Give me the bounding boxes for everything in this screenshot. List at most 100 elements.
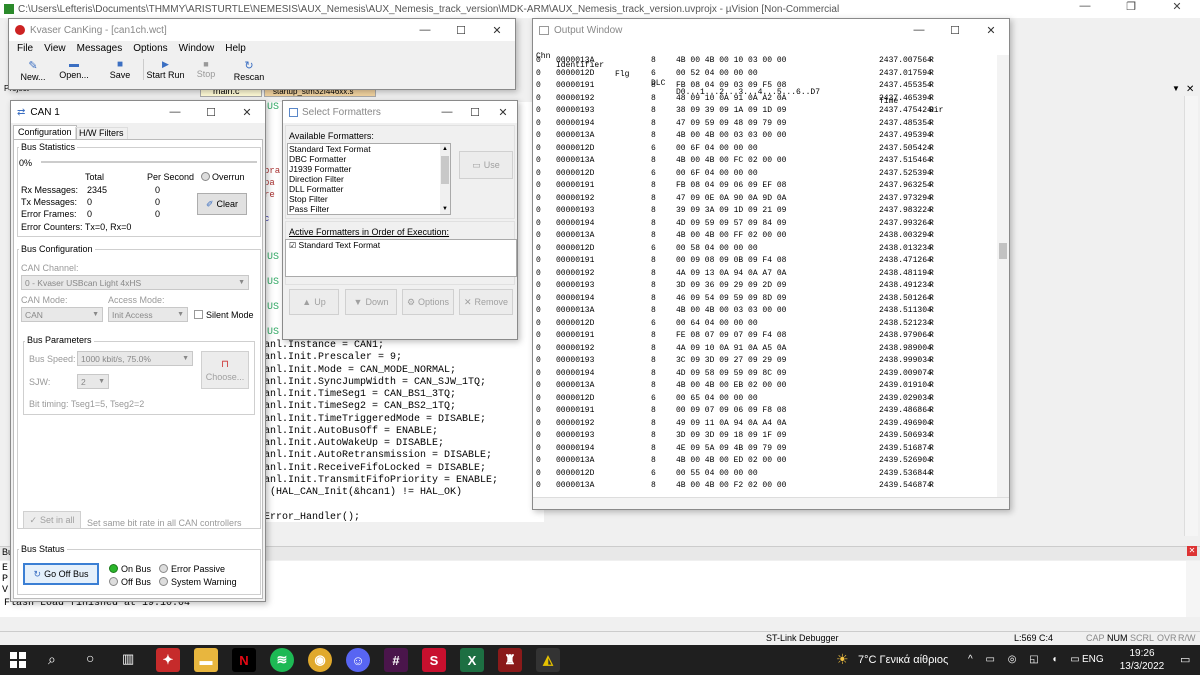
list-item[interactable]: Standard Text Format [289,144,450,154]
options-button[interactable]: ⚙ Options [402,289,454,315]
clock-time[interactable]: 19:26 [1122,648,1162,659]
language-indicator[interactable]: ENG [1082,654,1104,665]
spotify-icon[interactable]: ≋ [270,648,294,672]
sw-icon[interactable]: S [422,648,446,672]
output-vscroll-thumb[interactable] [999,243,1007,259]
output-row: 0 0000012D 6 00 52 04 00 00 00 2437.017594 R [533,68,995,81]
can-channel-select[interactable]: 0 - Kvaser USBcan Light 4xHS ▼ [21,275,249,290]
output-cell: 0000012D [556,168,595,178]
up-button[interactable]: ▲ Up [289,289,339,315]
ide-panel-close-icon[interactable]: ✕ [1186,84,1194,95]
search-icon[interactable]: ⌕ [48,651,56,668]
menu-messages[interactable]: Messages [77,43,123,54]
maximize-button[interactable]: ☐ [461,101,489,123]
output-cell: 8 [651,306,656,315]
app-icon-red[interactable]: ✦ [156,648,180,672]
close-button[interactable]: ✕ [973,19,1009,41]
discord-icon[interactable]: ☺ [346,648,370,672]
list-item[interactable]: DLL Formatter [289,184,450,194]
maximize-button[interactable]: ☐ [937,19,973,41]
use-button[interactable]: ▭ Use [459,151,513,179]
set-in-all-button[interactable]: ✓ Set in all [23,511,81,529]
ide-minimize-button[interactable]: — [1062,0,1108,13]
ide-panel-dropdown-icon[interactable]: ▼ [1172,84,1180,93]
output-vscroll[interactable] [997,55,1009,497]
scroll-down-icon[interactable]: ▼ [440,204,450,214]
file-explorer-icon[interactable]: ▬ [194,648,218,672]
chrome-icon[interactable]: ◉ [308,648,332,672]
menu-view[interactable]: View [44,43,66,54]
sjw-select[interactable]: 2 ▼ [77,374,109,389]
list-item[interactable]: Pass Filter [289,204,450,214]
minimize-button[interactable]: — [433,101,461,123]
tab-hw-filters[interactable]: H/W Filters [75,127,128,139]
tab-configuration[interactable]: Configuration [13,125,77,139]
save-button[interactable]: ■ Save [107,59,133,80]
menu-options[interactable]: Options [133,43,167,54]
new-button[interactable]: ✎ New... [17,59,49,82]
slack-icon[interactable]: # [384,648,408,672]
uvision-taskbar-icon[interactable]: ◭ [536,648,560,672]
can-mode-select[interactable]: CAN ▼ [21,307,103,322]
list-item[interactable]: J1939 Formatter [289,164,450,174]
close-button[interactable]: ✕ [489,101,517,123]
down-button[interactable]: ▼ Down [345,289,397,315]
weather-text[interactable]: 7°C Γενικά αίθριος [858,654,948,666]
available-list[interactable]: Standard Text Format DBC Formatter J1939… [287,143,451,215]
list-scroll-thumb[interactable] [441,156,449,184]
code-lines: anl.Instance = CAN1; anl.Init.Prescaler … [264,340,498,524]
minimize-button[interactable]: — [407,19,443,41]
cortana-icon[interactable]: ○ [86,650,94,666]
build-scroll[interactable] [1186,561,1200,617]
col-per-second: Per Second [147,172,195,182]
ide-right-scroll[interactable] [1184,96,1198,536]
scroll-up-icon[interactable]: ▲ [440,144,450,154]
start-run-button[interactable]: ▶ Start Run [143,59,187,80]
build-close-icon[interactable]: ✕ [1187,546,1197,556]
output-cell: 0000012D [556,468,595,478]
output-row: 0 00000192 8 4A 09 13 0A 94 0A A7 0A 2438.48… [533,268,995,281]
kvaser-icon[interactable]: ♜ [498,648,522,672]
check-icon: ✓ [29,514,37,525]
open-button[interactable]: ▬ Open... [57,59,91,80]
ide-close-button[interactable]: ✕ [1154,0,1200,13]
clear-button[interactable]: ✐ Clear [197,193,247,215]
list-scrollbar[interactable]: ▲ ▼ [440,144,450,214]
menu-window[interactable]: Window [179,43,215,54]
task-view-icon[interactable]: ▥ [122,651,134,667]
list-item[interactable]: Stop Filter [289,194,450,204]
output-cell: 2438.471264 [879,256,932,265]
notifications-icon[interactable]: ▭ [1180,653,1190,666]
minimize-button[interactable]: — [901,19,937,41]
bus-speed-select[interactable]: 1000 kbit/s, 75.0% ▼ [77,351,193,366]
output-rows[interactable]: 0 0000013A 8 4B 00 4B 00 10 03 00 00 2437.00… [533,55,995,499]
active-item[interactable]: Standard Text Format [299,240,381,250]
start-button[interactable] [10,652,26,668]
ide-maximize-button[interactable]: ❐ [1108,0,1154,13]
menu-file[interactable]: File [17,43,33,54]
output-hscroll[interactable] [533,497,1009,509]
menu-help[interactable]: Help [225,43,246,54]
choose-button[interactable]: ⊓ Choose... [201,351,249,389]
output-cell: 0 [536,93,541,103]
netflix-icon[interactable]: N [232,648,256,672]
list-item[interactable]: DBC Formatter [289,154,450,164]
close-button[interactable]: ✕ [479,19,515,41]
active-list[interactable]: ☑ Standard Text Format [285,239,517,277]
output-cell: 0000012D [556,318,595,328]
stop-button[interactable]: ■ Stop [193,59,219,79]
access-mode-select[interactable]: Init Access ▼ [108,307,188,322]
rescan-button[interactable]: ↻ Rescan [231,59,267,82]
go-off-bus-button[interactable]: ↻ Go Off Bus [23,563,99,585]
tray-icons[interactable]: ^ ▭ ◎ ◱ ◖ ▭ [968,654,1085,665]
excel-icon[interactable]: X [460,648,484,672]
silent-mode-checkbox[interactable] [194,310,203,319]
error-frames-label: Error Frames: [21,209,77,219]
maximize-button[interactable]: ☐ [193,101,229,123]
minimize-button[interactable]: — [157,101,193,123]
clock-date[interactable]: 13/3/2022 [1112,661,1172,672]
maximize-button[interactable]: ☐ [443,19,479,41]
list-item[interactable]: Direction Filter [289,174,450,184]
close-button[interactable]: ✕ [229,101,265,123]
remove-button[interactable]: ✕ Remove [459,289,513,315]
